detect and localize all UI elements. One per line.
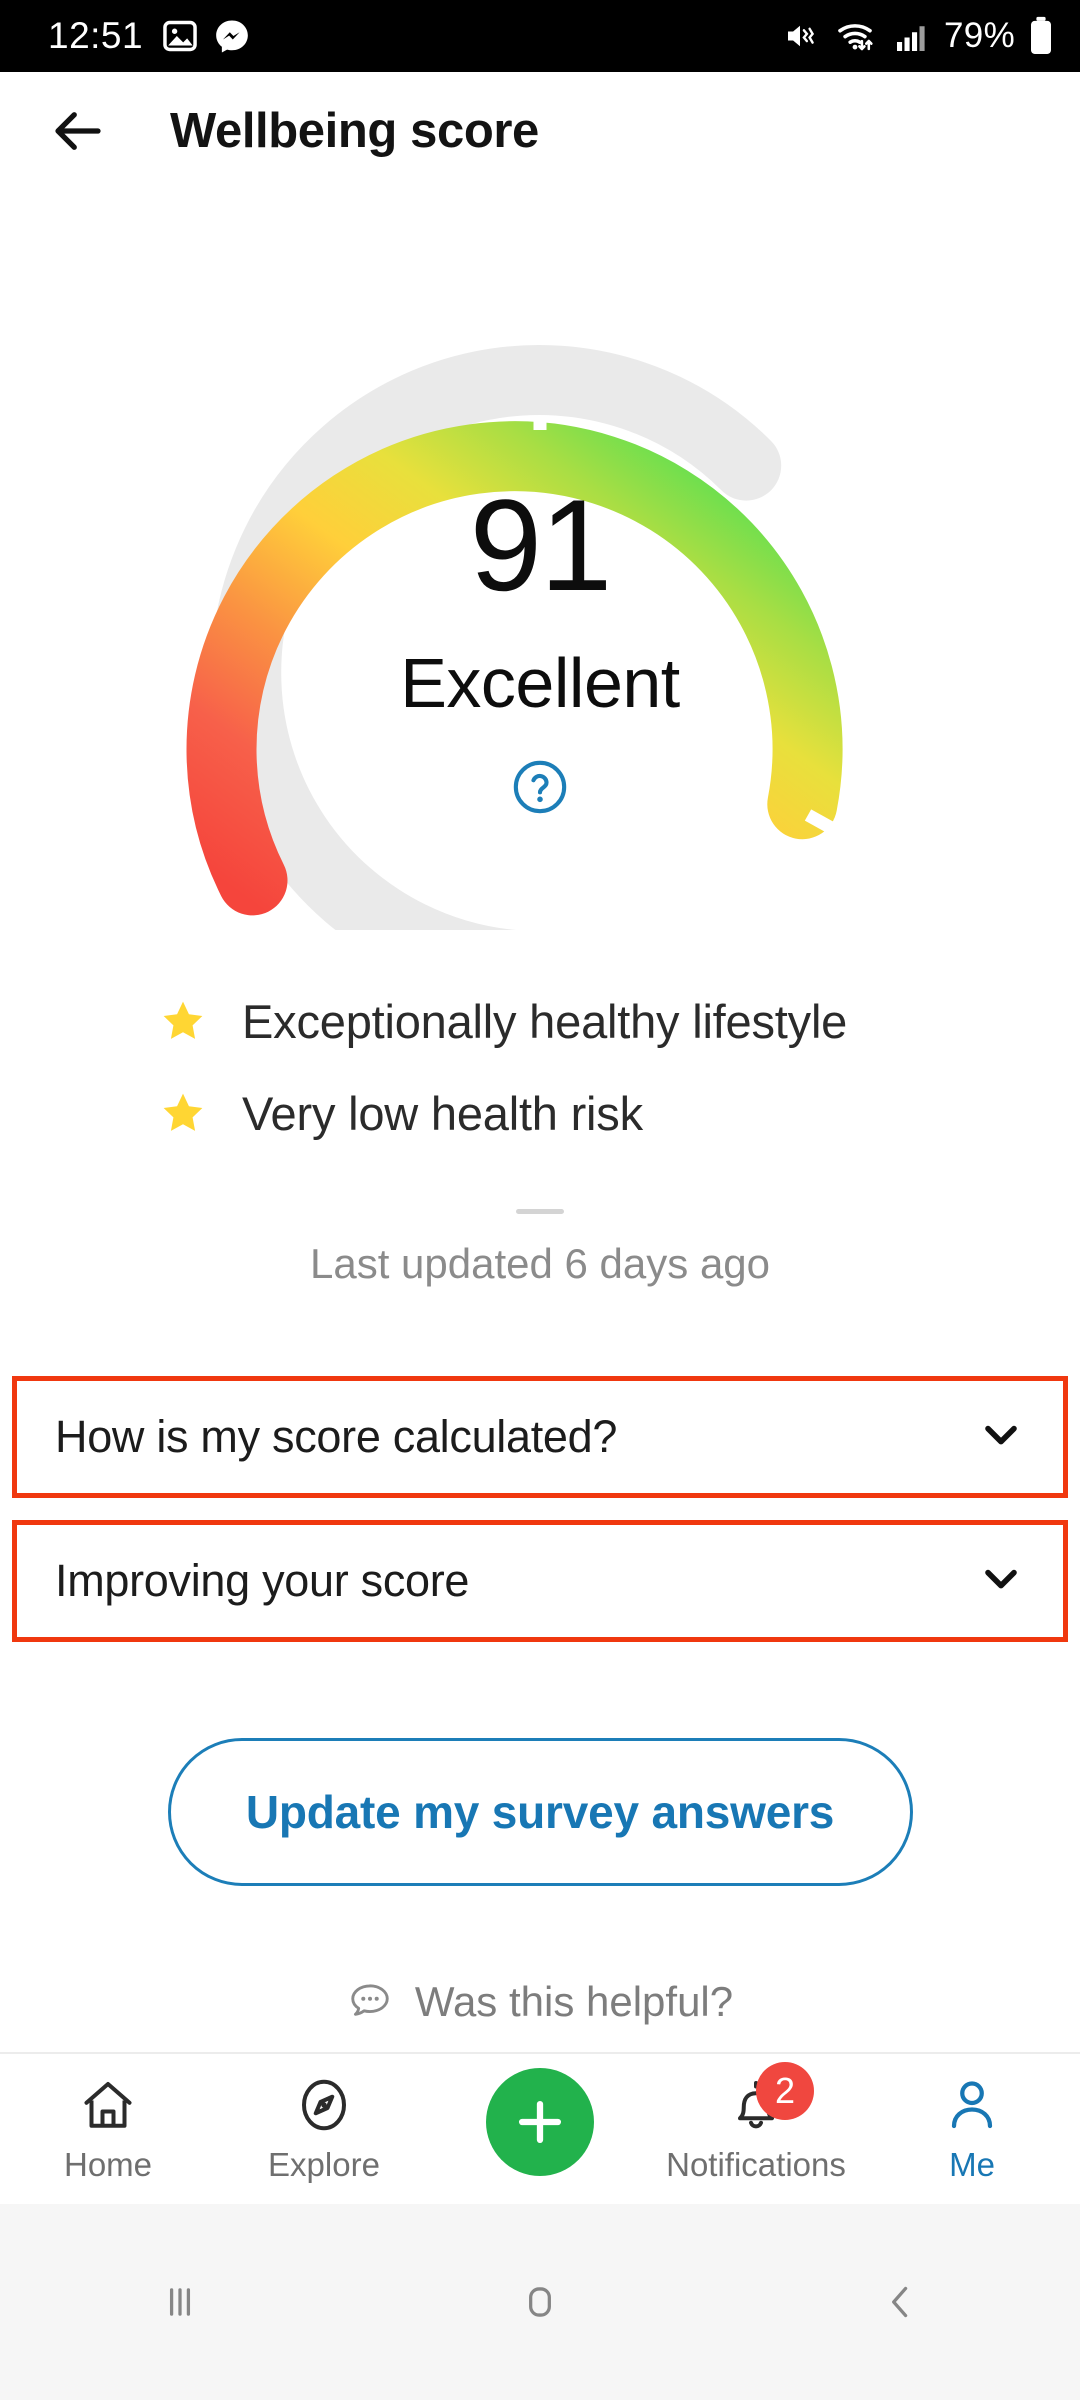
bell-icon: 2 xyxy=(726,2074,786,2136)
faq-accordion-list: How is my score calculated? Improving yo… xyxy=(0,1376,1080,1664)
status-bar-system-icons: 79% xyxy=(783,16,1054,56)
nav-item-home[interactable]: Home xyxy=(0,2054,216,2206)
list-item: Very low health risk xyxy=(0,1067,1080,1159)
nav-item-explore[interactable]: Explore xyxy=(216,2054,432,2206)
nav-label: Me xyxy=(949,2146,995,2184)
was-this-helpful-label: Was this helpful? xyxy=(415,1978,733,2026)
highlight-label: Exceptionally healthy lifestyle xyxy=(242,994,847,1049)
score-rating-label: Excellent xyxy=(400,648,680,718)
home-button[interactable] xyxy=(360,2274,720,2330)
page-title: Wellbeing score xyxy=(170,103,539,159)
score-highlights-list: Exceptionally healthy lifestyle Very low… xyxy=(0,975,1080,1159)
was-this-helpful-row[interactable]: Was this helpful? xyxy=(0,1978,1080,2026)
nav-label: Notifications xyxy=(666,2146,846,2184)
system-back-button[interactable] xyxy=(720,2274,1080,2330)
cta-container: Update my survey answers xyxy=(0,1738,1080,1886)
battery-icon xyxy=(1028,16,1054,56)
wellbeing-score-gauge: 91 Excellent xyxy=(0,290,1080,930)
star-icon xyxy=(160,1090,206,1136)
notifications-badge: 2 xyxy=(756,2062,814,2120)
home-icon xyxy=(78,2074,138,2136)
status-bar-notification-icons xyxy=(161,17,251,55)
battery-percent-label: 79% xyxy=(944,16,1015,56)
nav-item-add[interactable] xyxy=(432,2054,648,2206)
status-bar-clock: 12:51 xyxy=(48,15,143,57)
wifi-icon xyxy=(836,18,880,54)
section-divider xyxy=(516,1209,564,1214)
gauge-center-content: 91 Excellent xyxy=(0,290,1080,930)
accordion-label: How is my score calculated? xyxy=(55,1411,617,1463)
update-survey-answers-button[interactable]: Update my survey answers xyxy=(168,1738,913,1886)
back-chevron-icon xyxy=(872,2274,928,2330)
system-navigation-bar xyxy=(0,2204,1080,2400)
accordion-how-is-my-score-calculated[interactable]: How is my score calculated? xyxy=(12,1376,1068,1498)
help-circle-icon xyxy=(511,758,569,816)
mute-vibrate-icon xyxy=(783,18,823,54)
messenger-icon xyxy=(213,17,251,55)
score-value: 91 xyxy=(470,480,611,610)
home-square-icon xyxy=(512,2274,568,2330)
person-icon xyxy=(942,2074,1002,2136)
phone-screen: 12:51 xyxy=(0,0,1080,2400)
status-bar: 12:51 xyxy=(0,0,1080,72)
plus-icon xyxy=(511,2093,569,2151)
star-icon xyxy=(160,998,206,1044)
highlight-label: Very low health risk xyxy=(242,1086,643,1141)
nav-label: Home xyxy=(64,2146,152,2184)
accordion-improving-your-score[interactable]: Improving your score xyxy=(12,1520,1068,1642)
bottom-navigation-bar: Home Explore xyxy=(0,2052,1080,2204)
chevron-down-icon xyxy=(977,1555,1025,1608)
recents-button[interactable] xyxy=(0,2274,360,2330)
back-button[interactable] xyxy=(30,83,126,179)
nav-item-notifications[interactable]: 2 Notifications xyxy=(648,2054,864,2206)
list-item: Exceptionally healthy lifestyle xyxy=(0,975,1080,1067)
signal-icon xyxy=(893,18,931,54)
speech-bubble-icon xyxy=(347,1979,393,2025)
back-arrow-icon xyxy=(48,101,108,161)
app-header: Wellbeing score xyxy=(0,72,1080,190)
nav-label: Explore xyxy=(268,2146,380,2184)
score-help-button[interactable] xyxy=(511,758,569,821)
compass-icon xyxy=(294,2074,354,2136)
accordion-label: Improving your score xyxy=(55,1555,469,1607)
chevron-down-icon xyxy=(977,1411,1025,1464)
last-updated-label: Last updated 6 days ago xyxy=(0,1240,1080,1288)
add-button[interactable] xyxy=(486,2068,594,2176)
nav-item-me[interactable]: Me xyxy=(864,2054,1080,2206)
recents-icon xyxy=(152,2274,208,2330)
photos-icon xyxy=(161,17,199,55)
